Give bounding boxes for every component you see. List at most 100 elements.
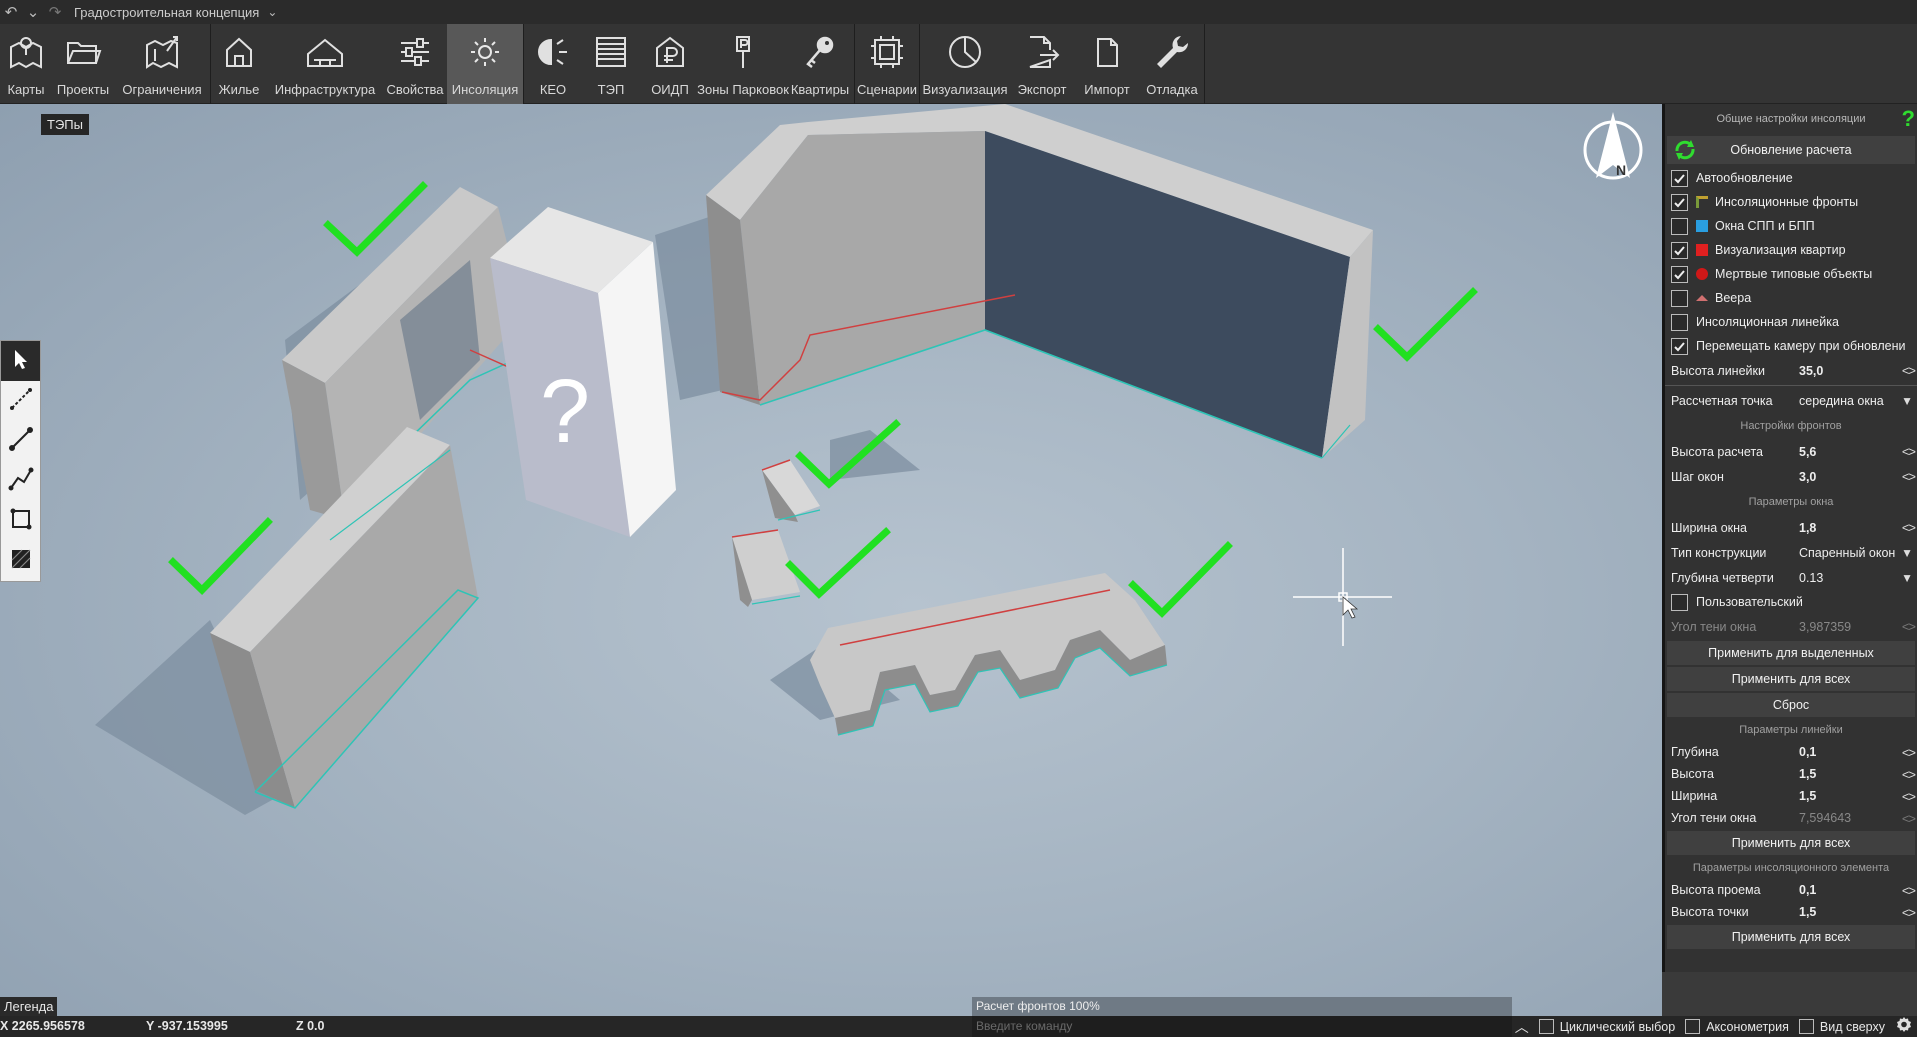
tool-housing[interactable]: Жилье: [211, 24, 267, 104]
checkbox[interactable]: [1671, 193, 1688, 211]
tool-scenarios[interactable]: Сценарии: [855, 24, 919, 104]
title-chevron-down-icon[interactable]: ⌄: [267, 5, 277, 19]
teps-badge[interactable]: ТЭПы: [41, 114, 89, 135]
width-value[interactable]: 1,5: [1799, 789, 1899, 803]
update-calculation-button[interactable]: Обновление расчета: [1667, 136, 1915, 164]
stepper-arrows-icon[interactable]: <>: [1902, 789, 1916, 804]
check-move-camera[interactable]: Перемещать камеру при обновлени: [1665, 334, 1917, 358]
tool-infrastructure[interactable]: Инфраструктура: [267, 24, 383, 104]
check-windows-spp-bpp[interactable]: Окна СПП и БПП: [1665, 214, 1917, 238]
reset-button[interactable]: Сброс: [1667, 693, 1915, 717]
tool-visualization[interactable]: Визуализация: [920, 24, 1010, 104]
select-tool[interactable]: [1, 341, 40, 381]
window-width-value[interactable]: 1,8: [1799, 521, 1899, 535]
quarter-depth-select[interactable]: 0.13: [1799, 571, 1899, 585]
legend-button[interactable]: Легенда: [0, 997, 58, 1016]
checkbox[interactable]: [1671, 169, 1688, 187]
stepper-arrows-icon[interactable]: <>: [1902, 469, 1916, 484]
tool-debug[interactable]: Отладка: [1140, 24, 1204, 104]
tool-maps[interactable]: Карты: [0, 24, 52, 104]
history-dropdown-icon[interactable]: ⌄: [22, 0, 44, 24]
checkbox[interactable]: [1671, 217, 1688, 235]
building-tower-unknown[interactable]: ?: [490, 207, 676, 537]
check-autoupdate[interactable]: Автообновление: [1665, 166, 1917, 190]
stepper-arrows-icon[interactable]: <>: [1902, 905, 1916, 920]
command-input[interactable]: Введите команду: [972, 1016, 1512, 1037]
tool-apartments[interactable]: Квартиры: [786, 24, 854, 104]
checkbox[interactable]: [1671, 265, 1688, 283]
north-compass-icon[interactable]: N: [1583, 112, 1643, 180]
undo-icon[interactable]: ↶: [0, 0, 22, 24]
chevron-down-icon[interactable]: ▼: [1901, 571, 1913, 585]
checkbox[interactable]: [1671, 337, 1688, 355]
checkbox[interactable]: [1671, 593, 1688, 611]
tool-label: Проекты: [56, 82, 110, 97]
depth-label: Глубина: [1671, 745, 1719, 759]
tool-tep[interactable]: ТЭП: [582, 24, 640, 104]
tool-label: Карты: [7, 82, 45, 97]
stepper-arrows-icon[interactable]: <>: [1902, 745, 1916, 760]
tool-export[interactable]: Экспорт: [1010, 24, 1074, 104]
calc-height-value[interactable]: 5,6: [1799, 445, 1899, 459]
building-l-block[interactable]: [706, 104, 1373, 459]
line-tool[interactable]: [1, 421, 40, 461]
checkbox[interactable]: [1671, 289, 1688, 307]
rectangle-tool[interactable]: [1, 501, 40, 541]
checkbox[interactable]: [1671, 241, 1688, 259]
tool-oidp[interactable]: ОИДП: [640, 24, 700, 104]
panel-header: Общие настройки инсоляции ?: [1665, 104, 1917, 134]
check-dead-typical-objects[interactable]: Мертвые типовые объекты: [1665, 262, 1917, 286]
option-cyclic-select[interactable]: Циклический выбор: [1538, 1019, 1675, 1034]
tool-label: КЕО: [539, 82, 567, 97]
point-height-value[interactable]: 1,5: [1799, 905, 1899, 919]
hatch-tool[interactable]: [1, 541, 40, 581]
apply-all-button-3[interactable]: Применить для всех: [1667, 925, 1915, 949]
checkbox[interactable]: [1798, 1019, 1814, 1034]
check-apartment-visualization[interactable]: Визуализация квартир: [1665, 238, 1917, 262]
ruler-params-header: Параметры линейки: [1739, 724, 1843, 736]
height-value[interactable]: 1,5: [1799, 767, 1899, 781]
tool-import[interactable]: Импорт: [1074, 24, 1140, 104]
building-comb[interactable]: [810, 573, 1168, 736]
chevron-up-icon[interactable]: ︿: [1515, 1017, 1529, 1037]
checkbox[interactable]: [1538, 1019, 1554, 1034]
calc-point-select[interactable]: середина окна: [1799, 394, 1899, 408]
tool-parking-zones[interactable]: Зоны Парковок: [697, 24, 789, 104]
ruler-height-row: Высота линейки 35,0 <>: [1665, 358, 1917, 383]
tool-restrictions[interactable]: Ограничения: [114, 24, 210, 104]
ruler-height-value[interactable]: 35,0: [1799, 364, 1899, 378]
tool-keo[interactable]: КЕО: [524, 24, 582, 104]
dashed-line-tool[interactable]: [1, 381, 40, 421]
apply-all-button-2[interactable]: Применить для всех: [1667, 831, 1915, 855]
redo-icon[interactable]: ↷: [44, 0, 66, 24]
stepper-arrows-icon[interactable]: <>: [1902, 883, 1916, 898]
checkbox[interactable]: [1685, 1019, 1701, 1034]
stepper-arrows-icon[interactable]: <>: [1902, 767, 1916, 782]
stepper-arrows-icon[interactable]: <>: [1902, 363, 1916, 378]
chevron-down-icon[interactable]: ▼: [1901, 394, 1913, 408]
opening-height-value[interactable]: 0,1: [1799, 883, 1899, 897]
stepper-arrows-icon[interactable]: <>: [1902, 444, 1916, 459]
option-axonometry[interactable]: Аксонометрия: [1685, 1019, 1789, 1034]
help-icon[interactable]: ?: [1902, 106, 1915, 132]
window-step-value[interactable]: 3,0: [1799, 470, 1899, 484]
chevron-down-icon[interactable]: ▼: [1901, 546, 1913, 560]
check-custom[interactable]: Пользовательский: [1665, 590, 1917, 614]
depth-value[interactable]: 0,1: [1799, 745, 1899, 759]
construction-type-select[interactable]: Спаренный окон: [1799, 546, 1897, 560]
checkbox[interactable]: [1671, 313, 1688, 331]
tool-properties[interactable]: Свойства: [383, 24, 447, 104]
polyline-tool[interactable]: [1, 461, 40, 501]
tool-insolation[interactable]: Инсоляция: [447, 24, 523, 104]
stepper-arrows-icon[interactable]: <>: [1902, 520, 1916, 535]
apply-all-button[interactable]: Применить для всех: [1667, 667, 1915, 691]
coord-x: X 2265.956578: [0, 1019, 85, 1033]
apply-selected-button[interactable]: Применить для выделенных: [1667, 641, 1915, 665]
gear-icon[interactable]: [1895, 1016, 1913, 1037]
check-insolation-ruler[interactable]: Инсоляционная линейка: [1665, 310, 1917, 334]
3d-viewport[interactable]: ? N ТЭПы Легенда Расчет фронтов 100%: [0, 104, 1662, 1016]
tool-projects[interactable]: Проекты: [52, 24, 114, 104]
check-insolation-fronts[interactable]: Инсоляционные фронты: [1665, 190, 1917, 214]
option-top-view[interactable]: Вид сверху: [1798, 1019, 1885, 1034]
check-fans[interactable]: Веера: [1665, 286, 1917, 310]
